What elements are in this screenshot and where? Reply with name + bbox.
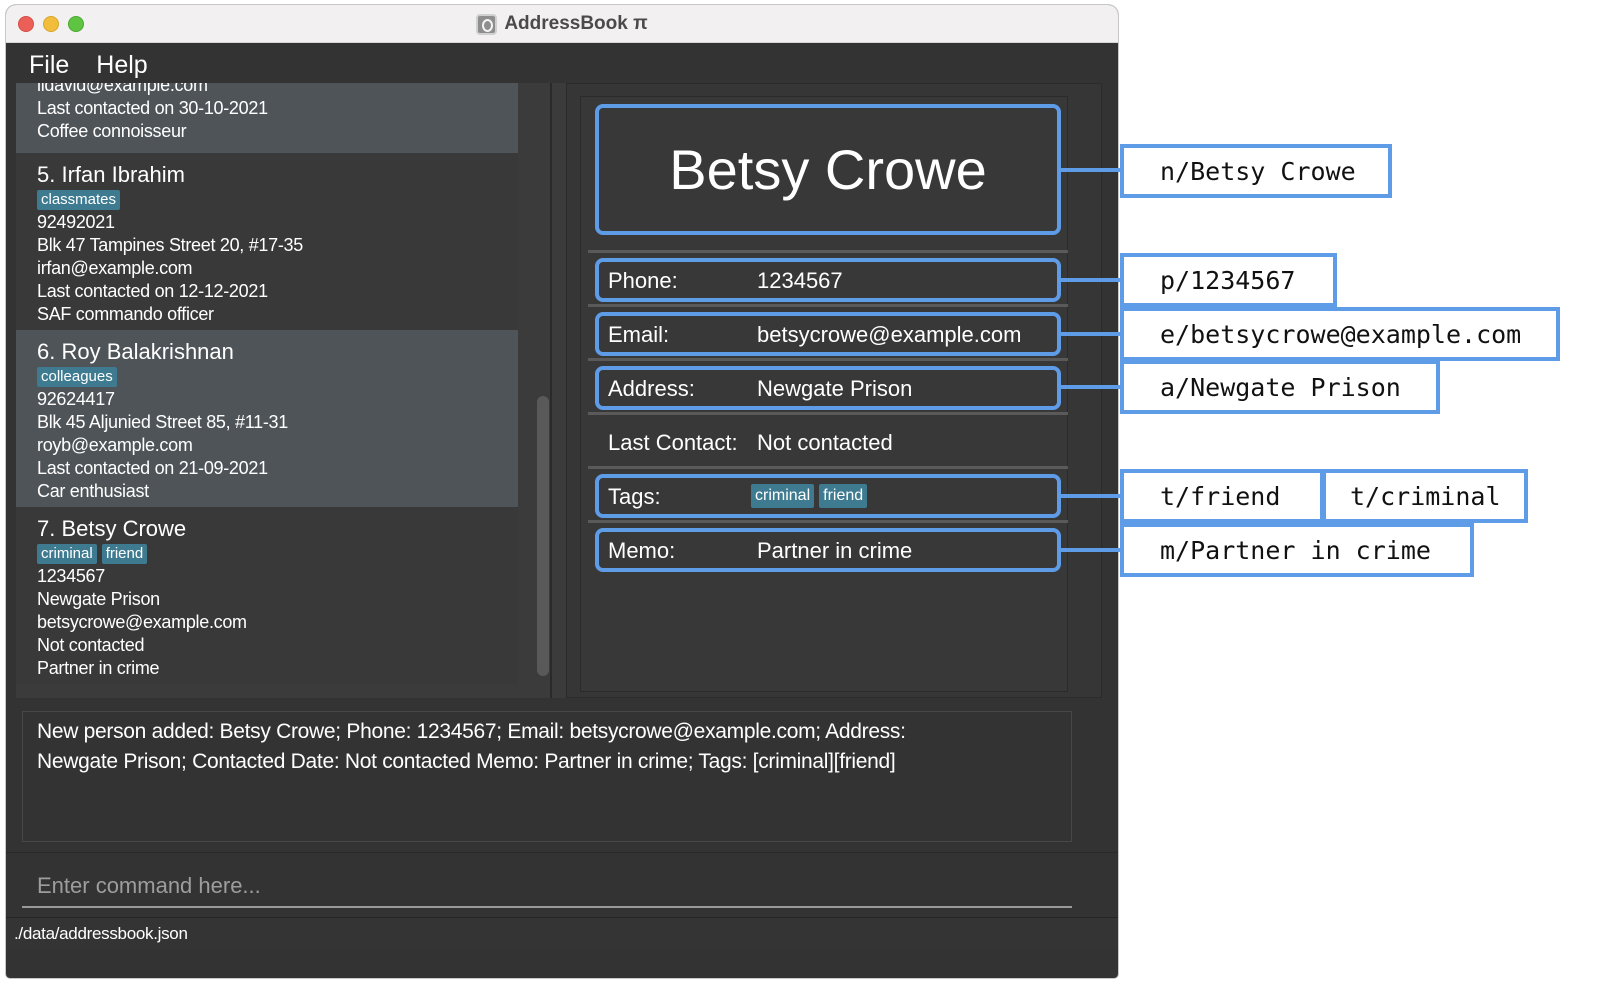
divider <box>588 520 1068 523</box>
person-email: irfan@example.com <box>37 258 193 278</box>
person-card-7[interactable]: 7. Betsy Crowe criminal friend 1234567 Ne… <box>16 507 518 684</box>
divider <box>588 250 1068 253</box>
person-list-panel: lidavid@example.com Last contacted on 30… <box>16 83 572 698</box>
tag-badge: criminal <box>751 484 815 508</box>
tag-badge: friend <box>101 544 148 564</box>
person-phone: 1234567 <box>37 566 105 586</box>
tag-badge: classmates <box>37 190 121 210</box>
divider <box>588 412 1068 415</box>
person-card-partial[interactable]: lidavid@example.com Last contacted on 30… <box>16 83 518 153</box>
result-text-line: New person added: Betsy Crowe; Phone: 12… <box>37 720 906 743</box>
divider <box>588 304 1068 307</box>
detail-address-value: Newgate Prison <box>757 376 913 401</box>
person-tags: classmates <box>37 190 125 210</box>
detail-last-contact-value: Not contacted <box>757 430 893 455</box>
person-memo: Car enthusiast <box>37 481 149 501</box>
detail-name: Betsy Crowe <box>669 138 987 201</box>
detail-memo-label: Memo: <box>608 538 676 563</box>
detail-email-label: Email: <box>608 322 670 347</box>
window-title: AddressBook π <box>504 13 648 34</box>
annotation-connector <box>1061 548 1121 552</box>
annotation-connector <box>1061 332 1121 336</box>
person-tags: colleagues <box>37 367 122 387</box>
person-email: lidavid@example.com <box>37 83 208 95</box>
person-memo: Partner in crime <box>37 658 160 678</box>
detail-last-contact-label: Last Contact: <box>608 430 738 455</box>
title-bar: AddressBook π <box>6 5 1118 43</box>
panel-divider <box>550 83 552 698</box>
annotation-address: a/Newgate Prison <box>1120 360 1440 414</box>
tag-badge: colleagues <box>37 367 117 387</box>
list-scrollbar[interactable] <box>537 396 549 676</box>
person-address: Blk 45 Aljunied Street 85, #11-31 <box>37 412 288 432</box>
person-card-6[interactable]: 6. Roy Balakrishnan colleagues 92624417 … <box>16 330 518 507</box>
command-input[interactable] <box>22 866 1072 908</box>
annotation-connector <box>1061 385 1121 389</box>
person-name: 5. Irfan Ibrahim <box>37 162 185 187</box>
menu-help[interactable]: Help <box>96 51 147 80</box>
person-tags: criminal friend <box>37 544 152 564</box>
detail-memo-value: Partner in crime <box>757 538 913 563</box>
detail-name-box: Betsy Crowe <box>595 104 1061 235</box>
addressbook-app-icon <box>476 13 498 35</box>
person-address: Newgate Prison <box>37 589 160 609</box>
person-last-contacted: Last contacted on 12-12-2021 <box>37 281 268 301</box>
person-last-contacted: Last contacted on 21-09-2021 <box>37 458 268 478</box>
person-email: royb@example.com <box>37 435 193 455</box>
result-text-line: Newgate Prison; Contacted Date: Not cont… <box>37 750 896 773</box>
annotation-connector <box>1061 278 1121 282</box>
person-last-contacted: Last contacted on 30-10-2021 <box>37 98 268 118</box>
person-memo: Coffee connoisseur <box>37 121 187 141</box>
detail-tags-label: Tags: <box>608 484 661 509</box>
detail-tags: criminal friend <box>751 484 872 508</box>
person-phone: 92624417 <box>37 389 115 409</box>
detail-address-label: Address: <box>608 376 695 401</box>
divider <box>588 358 1068 361</box>
detail-phone-label: Phone: <box>608 268 678 293</box>
menu-file[interactable]: File <box>29 51 69 80</box>
status-bar: ./data/addressbook.json <box>6 917 1118 948</box>
person-name: 6. Roy Balakrishnan <box>37 339 234 364</box>
annotation-tag-criminal: t/criminal <box>1322 469 1528 523</box>
person-last-contacted: Not contacted <box>37 635 145 655</box>
annotation-tag-friend: t/friend <box>1120 469 1324 523</box>
annotation-email: e/betsycrowe@example.com <box>1120 307 1560 361</box>
annotation-connector <box>1061 494 1121 498</box>
person-email: betsycrowe@example.com <box>37 612 247 632</box>
tag-badge: criminal <box>37 544 97 564</box>
annotation-connector <box>1061 168 1121 172</box>
person-card-5[interactable]: 5. Irfan Ibrahim classmates 92492021 Blk… <box>16 153 518 330</box>
menu-bar: File Help <box>6 43 1118 88</box>
person-address: Blk 47 Tampines Street 20, #17-35 <box>37 235 303 255</box>
annotation-name: n/Betsy Crowe <box>1120 144 1392 198</box>
tag-badge: friend <box>819 484 868 508</box>
annotation-memo: m/Partner in crime <box>1120 523 1474 577</box>
detail-email-value: betsycrowe@example.com <box>757 322 1022 347</box>
status-file-path: ./data/addressbook.json <box>14 924 188 943</box>
person-name: 7. Betsy Crowe <box>37 516 187 541</box>
detail-phone-value: 1234567 <box>757 268 843 293</box>
divider <box>588 466 1068 469</box>
person-phone: 92492021 <box>37 212 115 232</box>
person-list[interactable]: lidavid@example.com Last contacted on 30… <box>16 83 518 698</box>
person-memo: SAF commando officer <box>37 304 214 324</box>
annotation-phone: p/1234567 <box>1120 253 1337 307</box>
